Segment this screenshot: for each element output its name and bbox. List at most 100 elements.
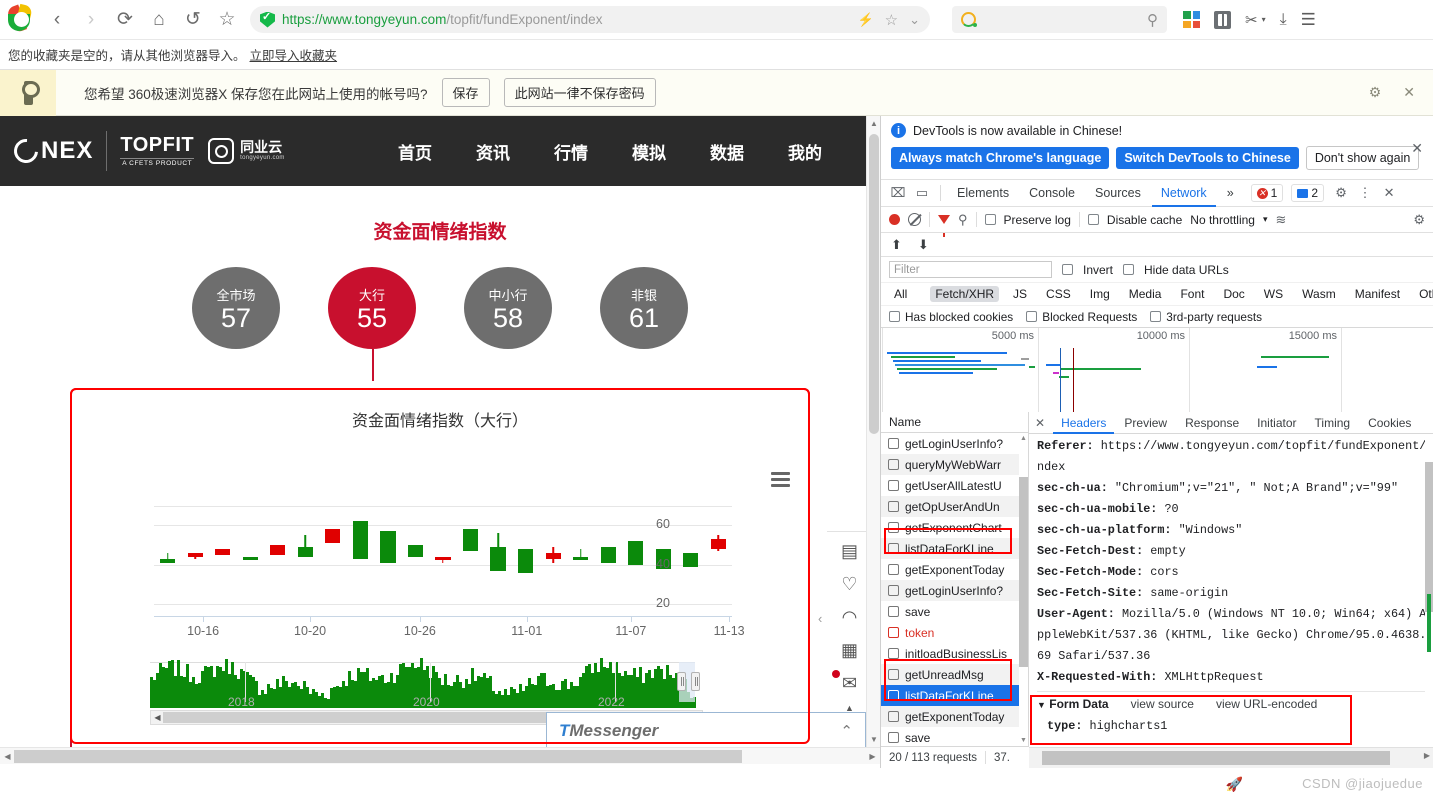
chart-candle[interactable] <box>710 486 726 616</box>
search-icon[interactable]: ⚲ <box>1147 11 1158 29</box>
type-ws[interactable]: WS <box>1259 286 1288 302</box>
device-toolbar-icon[interactable]: ▭ <box>911 182 933 204</box>
navigator-handle-left[interactable] <box>677 672 686 691</box>
detail-hscroll-right-arrow[interactable]: ▶ <box>1424 751 1430 760</box>
reload-button[interactable]: ⟳ <box>108 3 142 37</box>
nav-item-mine[interactable]: 我的 <box>788 139 822 164</box>
third-party-requests-checkbox[interactable] <box>1150 311 1162 322</box>
request-checkbox[interactable] <box>888 669 899 680</box>
request-row[interactable]: getUnreadMsg <box>881 664 1028 685</box>
preserve-log-checkbox[interactable] <box>984 214 996 225</box>
clear-icon[interactable] <box>908 213 921 226</box>
page-hscroll-thumb[interactable] <box>14 750 742 763</box>
heart-icon[interactable]: ♡ <box>841 575 857 593</box>
chart-candle[interactable] <box>545 486 561 616</box>
request-list-scrollbar[interactable]: ▲ ▼ <box>1019 433 1028 746</box>
chart-navigator[interactable]: 2018 2020 2022 <box>150 658 700 712</box>
type-manifest[interactable]: Manifest <box>1350 286 1405 302</box>
forward-button[interactable]: › <box>74 3 108 37</box>
chart-plot-area[interactable] <box>154 486 732 616</box>
infobar-close-icon[interactable]: ✕ <box>1403 84 1415 101</box>
type-all[interactable]: All <box>889 286 912 302</box>
mail-icon[interactable]: ✉ <box>831 670 857 692</box>
browser-menu-icon[interactable]: ☰ <box>1301 10 1316 30</box>
nav-item-news[interactable]: 资讯 <box>476 139 510 164</box>
chart-candle[interactable] <box>435 486 451 616</box>
inspect-element-icon[interactable]: ⌧ <box>887 182 909 204</box>
chart-candle[interactable] <box>352 486 368 616</box>
detail-close-icon[interactable]: ✕ <box>1035 416 1045 430</box>
banner-close-icon[interactable]: ✕ <box>1411 140 1423 157</box>
chart-candle[interactable] <box>160 486 176 616</box>
request-row[interactable]: getExponentChart <box>881 517 1028 538</box>
request-row[interactable]: listDataForKLine <box>881 538 1028 559</box>
detail-scroll-thumb[interactable] <box>1425 462 1433 612</box>
error-badge[interactable]: ✕ 1 <box>1250 184 1284 202</box>
request-checkbox[interactable] <box>888 627 899 638</box>
request-checkbox[interactable] <box>888 564 899 575</box>
chart-candle[interactable] <box>380 486 396 616</box>
request-checkbox[interactable] <box>888 732 899 743</box>
chart-candle[interactable] <box>573 486 589 616</box>
tmessenger-popup[interactable]: TMessenger ⌃ <box>546 712 866 750</box>
detail-scrollbar[interactable] <box>1425 434 1433 746</box>
chart-candle[interactable] <box>490 486 506 616</box>
view-url-encoded-link[interactable]: view URL-encoded <box>1216 694 1317 716</box>
logo-nex[interactable]: NEX <box>9 134 93 168</box>
disable-cache-checkbox[interactable] <box>1087 214 1099 225</box>
request-checkbox[interactable] <box>888 438 899 449</box>
detail-tab-cookies[interactable]: Cookies <box>1360 412 1419 434</box>
chart-candle[interactable] <box>270 486 286 616</box>
chart-candle[interactable] <box>215 486 231 616</box>
network-overview-timeline[interactable]: 5000 ms 10000 ms 15000 ms <box>881 328 1433 413</box>
always-match-language-button[interactable]: Always match Chrome's language <box>891 147 1110 169</box>
detail-tab-timing[interactable]: Timing <box>1307 412 1359 434</box>
apps-grid-icon[interactable] <box>1183 11 1200 28</box>
nav-item-simulation[interactable]: 模拟 <box>632 139 666 164</box>
filter-input[interactable]: Filter <box>889 261 1052 278</box>
request-checkbox[interactable] <box>888 543 899 554</box>
request-scroll-down-arrow[interactable]: ▼ <box>1019 735 1028 746</box>
detail-tab-response[interactable]: Response <box>1177 412 1247 434</box>
chevron-down-icon[interactable]: ⌄ <box>909 12 920 28</box>
request-row[interactable]: queryMyWebWarr <box>881 454 1028 475</box>
type-img[interactable]: Img <box>1085 286 1115 302</box>
request-checkbox[interactable] <box>888 480 899 491</box>
request-checkbox[interactable] <box>888 501 899 512</box>
request-row[interactable]: listDataForKLine <box>881 685 1028 706</box>
chart-candle[interactable] <box>683 486 699 616</box>
page-scroll-left-arrow[interactable]: ◀ <box>1 750 14 763</box>
chart-candle[interactable] <box>600 486 616 616</box>
scissors-icon[interactable]: ✂ <box>1245 11 1258 29</box>
calculator-icon[interactable]: ▤ <box>841 542 858 560</box>
throttling-select[interactable]: No throttling <box>1190 213 1255 227</box>
lightning-icon[interactable]: ⚡ <box>857 12 873 28</box>
throttling-caret-icon[interactable]: ▾ <box>1263 214 1268 225</box>
bubble-small-medium-banks[interactable]: 中小行 58 <box>464 267 552 349</box>
type-css[interactable]: CSS <box>1041 286 1076 302</box>
request-row[interactable]: getExponentToday <box>881 559 1028 580</box>
filter-icon[interactable] <box>938 215 950 237</box>
nav-item-market[interactable]: 行情 <box>554 139 588 164</box>
request-checkbox[interactable] <box>888 606 899 617</box>
search-box[interactable]: ⚲ <box>952 6 1167 33</box>
network-conditions-icon[interactable]: ≋ <box>1276 212 1287 228</box>
warning-badge[interactable]: 2 <box>1291 184 1325 202</box>
float-toolbar-collapse-icon[interactable]: ‹ <box>818 611 822 626</box>
bookmark-star-button[interactable]: ☆ <box>210 3 244 37</box>
tab-console[interactable]: Console <box>1020 180 1084 207</box>
chart-context-menu-icon[interactable] <box>771 472 790 487</box>
request-row[interactable]: initloadBusinessLis <box>881 643 1028 664</box>
request-row[interactable]: getOpUserAndUn <box>881 496 1028 517</box>
infobar-gear-icon[interactable]: ⚙ <box>1369 84 1382 101</box>
page-vertical-scrollbar[interactable]: ▲ ▼ <box>866 116 880 747</box>
request-checkbox[interactable] <box>888 459 899 470</box>
import-bookmarks-link[interactable]: 立即导入收藏夹 <box>250 45 338 64</box>
type-wasm[interactable]: Wasm <box>1297 286 1341 302</box>
devtools-more-icon[interactable]: ⋮ <box>1354 182 1376 204</box>
tab-sources[interactable]: Sources <box>1086 180 1150 207</box>
request-scroll-up-arrow[interactable]: ▲ <box>1019 433 1028 444</box>
chart-scroll-left-arrow[interactable]: ◀ <box>152 712 163 723</box>
blocked-requests-checkbox[interactable] <box>1026 311 1038 322</box>
detail-tab-preview[interactable]: Preview <box>1116 412 1175 434</box>
